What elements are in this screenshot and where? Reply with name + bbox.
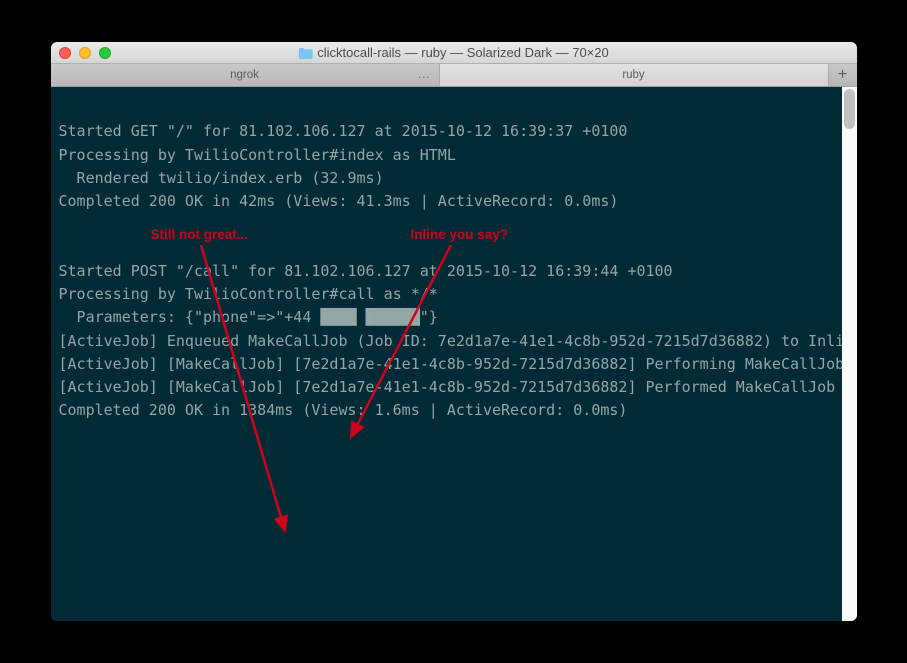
folder-icon: [298, 47, 312, 58]
log-line: Processing by TwilioController#call as *…: [59, 285, 438, 303]
log-line: [ActiveJob] Enqueued MakeCallJob (Job ID…: [59, 332, 857, 350]
log-line: Completed 200 OK in 1384ms (Views: 1.6ms…: [59, 401, 628, 419]
tab-bar: ngrok ... ruby +: [51, 64, 857, 87]
tab-label: ruby: [622, 69, 644, 81]
close-icon[interactable]: [59, 47, 71, 59]
window-title-group: clicktocall-rails — ruby — Solarized Dar…: [298, 45, 609, 60]
log-line: Rendered twilio/index.erb (32.9ms): [59, 169, 384, 187]
maximize-icon[interactable]: [99, 47, 111, 59]
scrollbar-track[interactable]: [842, 87, 857, 621]
log-line: Parameters: {"phone"=>"+44 ████ ██████"}: [59, 308, 438, 326]
minimize-icon[interactable]: [79, 47, 91, 59]
new-tab-button[interactable]: +: [829, 64, 857, 86]
log-line: [ActiveJob] [MakeCallJob] [7e2d1a7e-41e1…: [59, 378, 857, 396]
terminal-area: Started GET "/" for 81.102.106.127 at 20…: [51, 87, 857, 621]
terminal-window: clicktocall-rails — ruby — Solarized Dar…: [51, 42, 857, 621]
log-line: [ActiveJob] [MakeCallJob] [7e2d1a7e-41e1…: [59, 355, 857, 373]
overflow-icon[interactable]: ...: [418, 69, 431, 81]
terminal-output[interactable]: Started GET "/" for 81.102.106.127 at 20…: [51, 87, 857, 621]
scrollbar-thumb[interactable]: [844, 89, 855, 129]
log-line: Completed 200 OK in 42ms (Views: 41.3ms …: [59, 192, 619, 210]
traffic-lights: [59, 47, 111, 59]
plus-icon: +: [838, 66, 847, 84]
window-title: clicktocall-rails — ruby — Solarized Dar…: [317, 45, 609, 60]
tab-ruby[interactable]: ruby: [440, 64, 829, 86]
titlebar[interactable]: clicktocall-rails — ruby — Solarized Dar…: [51, 42, 857, 64]
log-line: Started POST "/call" for 81.102.106.127 …: [59, 262, 673, 280]
tab-ngrok[interactable]: ngrok ...: [51, 64, 440, 86]
log-line: Processing by TwilioController#index as …: [59, 146, 456, 164]
tab-label: ngrok: [230, 69, 259, 81]
log-line: Started GET "/" for 81.102.106.127 at 20…: [59, 122, 628, 140]
